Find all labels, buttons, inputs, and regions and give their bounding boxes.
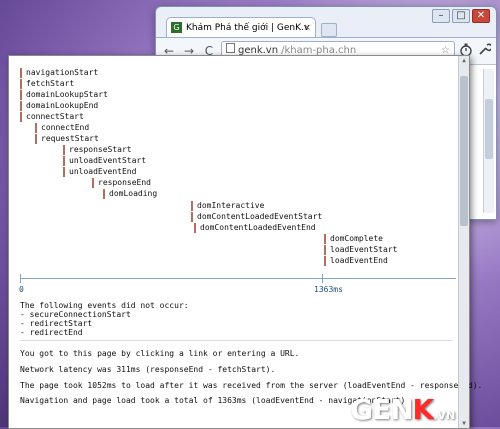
popup-scrollbar[interactable]: ▲ ▼	[458, 56, 469, 428]
axis-tick-end	[322, 274, 323, 283]
browser-scrollbar[interactable]	[483, 69, 494, 213]
timeline-event-domain-lookup-end: domainLookupEnd	[20, 101, 98, 111]
timeline-event-connect-start: connectStart	[20, 112, 84, 122]
wrench-icon[interactable]	[477, 42, 493, 61]
scrollbar-thumb[interactable]	[485, 99, 493, 159]
timeline-event-dom-content-loaded-event-start: domContentLoadedEventStart	[191, 212, 322, 222]
timeline-event-load-event-end: loadEventEnd	[324, 256, 388, 266]
timeline-event-fetch-start: fetchStart	[20, 79, 74, 89]
window-controls: – □ ✕	[432, 9, 490, 23]
timeline-event-dom-loading: domLoading	[103, 189, 157, 199]
popup-scrollbar-thumb[interactable]	[460, 76, 468, 226]
timeline-event-navigation-start: navigationStart	[20, 68, 98, 78]
divider	[20, 340, 453, 341]
timeline-event-domain-lookup-start: domainLookupStart	[20, 90, 108, 100]
missing-events-heading: The following events did not occur:	[20, 301, 189, 310]
maximize-button[interactable]: □	[452, 9, 470, 23]
summary-network-latency: Network latency was 311ms (responseEnd -…	[20, 365, 276, 374]
timeline-event-load-event-start: loadEventStart	[324, 245, 397, 255]
timeline-event-response-start: responseStart	[63, 145, 132, 155]
timeline-axis	[20, 278, 456, 279]
axis-label-start: 0	[19, 285, 24, 294]
timeline-event-unload-event-start: unloadEventStart	[63, 156, 146, 166]
missing-event-item: - redirectStart	[20, 319, 93, 328]
timing-popup: navigationStart fetchStart domainLookupSta…	[8, 55, 482, 429]
timeline-event-unload-event-end: unloadEventEnd	[63, 167, 136, 177]
summary-navigation-type: You got to this page by clicking a link …	[20, 349, 300, 358]
timeline-event-dom-complete: domComplete	[324, 234, 383, 244]
summary-page-load: The page took 1052ms to load after it wa…	[20, 381, 483, 390]
timeline-event-connect-end: connectEnd	[35, 123, 89, 133]
axis-label-end: 1363ms	[314, 285, 343, 294]
minimize-button[interactable]: –	[432, 9, 450, 23]
tab-close-icon[interactable]: ×	[303, 18, 311, 37]
axis-tick-start	[20, 274, 21, 283]
genk-favicon-icon: G	[171, 22, 182, 33]
logo-text-vn: .VN	[433, 409, 456, 422]
missing-event-item: - redirectEnd	[20, 328, 83, 337]
timeline-event-dom-content-loaded-event-end: domContentLoadedEventEnd	[194, 223, 316, 233]
scroll-up-icon[interactable]: ▲	[459, 56, 469, 65]
timeline-event-request-start: requestStart	[35, 134, 99, 144]
timeline-event-response-end: responseEnd	[92, 178, 151, 188]
close-window-button[interactable]: ✕	[472, 9, 490, 23]
tab-title: Khám Phá thế giới | GenK.v	[186, 23, 310, 33]
browser-tab[interactable]: G Khám Phá thế giới | GenK.v ×	[166, 17, 316, 37]
genk-logo: GENK.VN	[350, 393, 455, 426]
timeline-event-dom-interactive: domInteractive	[191, 201, 264, 211]
missing-event-item: - secureConnectionStart	[20, 310, 131, 319]
new-tab-button[interactable]	[321, 23, 337, 37]
missing-events: The following events did not occur: - se…	[20, 301, 189, 337]
logo-text-gen: GEN	[350, 393, 414, 426]
logo-text-k: K	[412, 393, 435, 426]
